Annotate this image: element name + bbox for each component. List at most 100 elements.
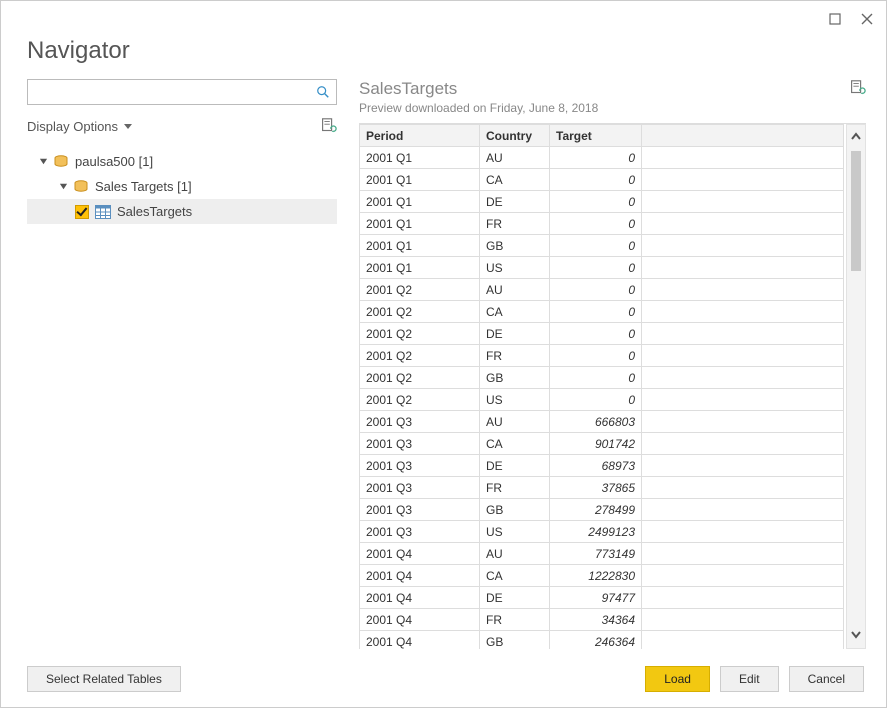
cell-country: DE — [480, 455, 550, 477]
cell-period: 2001 Q1 — [360, 147, 480, 169]
tree-node-label: Sales Targets [1] — [95, 179, 192, 194]
cell-period: 2001 Q3 — [360, 455, 480, 477]
navigator-dialog: Navigator Display Options — [0, 0, 887, 708]
cell-period: 2001 Q1 — [360, 235, 480, 257]
cell-country: FR — [480, 477, 550, 499]
display-options-label: Display Options — [27, 119, 118, 134]
table-row[interactable]: 2001 Q1CA0 — [360, 169, 844, 191]
cell-country: CA — [480, 169, 550, 191]
cell-target: 0 — [550, 301, 642, 323]
table-row[interactable]: 2001 Q4DE97477 — [360, 587, 844, 609]
tree-node-database[interactable]: paulsa500 [1] — [27, 149, 337, 174]
table-icon — [95, 205, 111, 219]
dialog-title: Navigator — [27, 37, 860, 65]
dialog-body: Display Options — [1, 79, 886, 663]
cell-target: 68973 — [550, 455, 642, 477]
search-input[interactable] — [28, 80, 310, 104]
load-button[interactable]: Load — [645, 666, 710, 692]
search-icon[interactable] — [310, 80, 336, 104]
cell-period: 2001 Q2 — [360, 301, 480, 323]
table-row[interactable]: 2001 Q3FR37865 — [360, 477, 844, 499]
tree-node-label: paulsa500 [1] — [75, 154, 153, 169]
titlebar — [1, 1, 886, 37]
vertical-scrollbar[interactable] — [846, 124, 866, 649]
expand-collapse-icon[interactable] — [57, 182, 69, 191]
database-icon — [73, 180, 89, 194]
cell-country: CA — [480, 301, 550, 323]
cell-spacer — [642, 499, 844, 521]
table-row[interactable]: 2001 Q4GB246364 — [360, 631, 844, 650]
dialog-footer: Select Related Tables Load Edit Cancel — [1, 663, 886, 707]
cell-target: 1222830 — [550, 565, 642, 587]
cell-target: 37865 — [550, 477, 642, 499]
column-header[interactable]: Target — [550, 125, 642, 147]
table-row[interactable]: 2001 Q1FR0 — [360, 213, 844, 235]
cell-spacer — [642, 323, 844, 345]
cell-target: 0 — [550, 257, 642, 279]
cell-target: 0 — [550, 147, 642, 169]
display-options-dropdown[interactable]: Display Options — [27, 119, 132, 134]
cell-country: DE — [480, 323, 550, 345]
chevron-down-icon — [124, 124, 132, 129]
table-row[interactable]: 2001 Q3AU666803 — [360, 411, 844, 433]
cell-country: GB — [480, 367, 550, 389]
cell-target: 278499 — [550, 499, 642, 521]
table-row[interactable]: 2001 Q1US0 — [360, 257, 844, 279]
tree-node-folder[interactable]: Sales Targets [1] — [27, 174, 337, 199]
table-row[interactable]: 2001 Q2GB0 — [360, 367, 844, 389]
cell-spacer — [642, 345, 844, 367]
table-row[interactable]: 2001 Q1GB0 — [360, 235, 844, 257]
table-row[interactable]: 2001 Q2DE0 — [360, 323, 844, 345]
table-row[interactable]: 2001 Q4AU773149 — [360, 543, 844, 565]
table-row[interactable]: 2001 Q2CA0 — [360, 301, 844, 323]
tree-node-table[interactable]: SalesTargets — [27, 199, 337, 224]
table-row[interactable]: 2001 Q4CA1222830 — [360, 565, 844, 587]
table-row[interactable]: 2001 Q2US0 — [360, 389, 844, 411]
cancel-button[interactable]: Cancel — [789, 666, 864, 692]
table-row[interactable]: 2001 Q1AU0 — [360, 147, 844, 169]
edit-button[interactable]: Edit — [720, 666, 779, 692]
table-row[interactable]: 2001 Q3US2499123 — [360, 521, 844, 543]
preview-grid-scroll[interactable]: Period Country Target 2001 Q1AU02001 Q1C… — [359, 124, 844, 649]
table-row[interactable]: 2001 Q2FR0 — [360, 345, 844, 367]
cell-country: AU — [480, 411, 550, 433]
table-row[interactable]: 2001 Q1DE0 — [360, 191, 844, 213]
cell-spacer — [642, 191, 844, 213]
table-row[interactable]: 2001 Q3DE68973 — [360, 455, 844, 477]
preview-grid-wrapper: Period Country Target 2001 Q1AU02001 Q1C… — [359, 123, 866, 649]
refresh-icon[interactable] — [319, 117, 337, 135]
cell-period: 2001 Q1 — [360, 191, 480, 213]
column-header[interactable]: Period — [360, 125, 480, 147]
scrollbar-thumb[interactable] — [851, 151, 861, 271]
cell-period: 2001 Q4 — [360, 565, 480, 587]
cell-country: FR — [480, 213, 550, 235]
table-row[interactable]: 2001 Q2AU0 — [360, 279, 844, 301]
search-box[interactable] — [27, 79, 337, 105]
cell-period: 2001 Q4 — [360, 631, 480, 650]
select-related-tables-button[interactable]: Select Related Tables — [27, 666, 181, 692]
cell-period: 2001 Q3 — [360, 521, 480, 543]
maximize-button[interactable] — [828, 12, 842, 26]
scroll-down-arrow[interactable] — [850, 628, 862, 642]
cell-period: 2001 Q2 — [360, 389, 480, 411]
view-options-icon[interactable] — [848, 79, 866, 97]
cell-target: 0 — [550, 323, 642, 345]
cell-period: 2001 Q1 — [360, 257, 480, 279]
close-button[interactable] — [860, 12, 874, 26]
scroll-up-arrow[interactable] — [850, 131, 862, 145]
cell-spacer — [642, 213, 844, 235]
column-header-spacer — [642, 125, 844, 147]
expand-collapse-icon[interactable] — [37, 157, 49, 166]
table-row[interactable]: 2001 Q3CA901742 — [360, 433, 844, 455]
cell-period: 2001 Q2 — [360, 279, 480, 301]
table-row[interactable]: 2001 Q4FR34364 — [360, 609, 844, 631]
cell-spacer — [642, 147, 844, 169]
display-options-row: Display Options — [27, 113, 337, 139]
column-header[interactable]: Country — [480, 125, 550, 147]
cell-period: 2001 Q2 — [360, 345, 480, 367]
cell-country: CA — [480, 565, 550, 587]
table-row[interactable]: 2001 Q3GB278499 — [360, 499, 844, 521]
navigator-tree: paulsa500 [1] Sales Targets [1] — [27, 145, 337, 649]
cell-spacer — [642, 521, 844, 543]
table-checkbox[interactable] — [75, 205, 89, 219]
